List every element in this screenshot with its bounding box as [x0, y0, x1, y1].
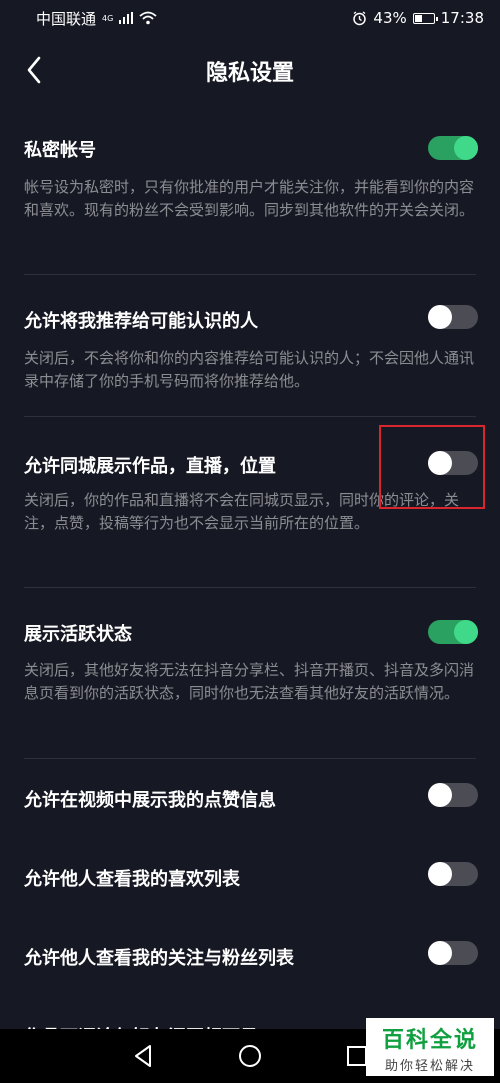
- watermark-subtitle: 助你轻松解决: [384, 1059, 475, 1074]
- battery-percent: 43%: [373, 9, 407, 27]
- nav-bar: 隐私设置: [0, 36, 500, 104]
- toggle-knob: [428, 862, 452, 886]
- alarm-icon: [353, 10, 367, 25]
- carrier-name: 中国联通: [36, 9, 97, 28]
- divider: [24, 274, 476, 275]
- network-type: 4G: [102, 13, 114, 23]
- signal-icon: [119, 12, 134, 24]
- divider: [24, 758, 476, 759]
- toggle-knob: [428, 783, 452, 807]
- follow-list-visibility-toggle[interactable]: [428, 941, 478, 965]
- watermark-logo: 百科全说 助你轻松解决: [366, 1018, 494, 1076]
- toggle-knob: [428, 941, 452, 965]
- setting-title: 允许在视频中展示我的点赞信息: [24, 790, 276, 811]
- highlight-annotation: [379, 425, 485, 509]
- private-account-toggle[interactable]: [428, 136, 478, 160]
- divider: [24, 587, 476, 588]
- setting-title: 允许同城展示作品，直播，位置: [24, 456, 276, 477]
- setting-title: 允许将我推荐给可能认识的人: [24, 311, 258, 332]
- back-triangle-icon[interactable]: [128, 1041, 158, 1071]
- status-bar: 中国联通 4G 43% 17:38: [0, 0, 500, 36]
- toggle-knob: [428, 305, 452, 329]
- clock-time: 17:38: [440, 9, 484, 27]
- setting-title: 允许他人查看我的关注与粉丝列表: [24, 948, 294, 969]
- divider: [24, 416, 476, 417]
- wifi-icon: [139, 11, 157, 25]
- home-circle-icon[interactable]: [235, 1041, 265, 1071]
- setting-description: 关闭后，不会将你和你的内容推荐给可能认识的人；不会因他人通讯录中存储了你的手机号…: [24, 349, 475, 390]
- setting-title: 允许他人查看我的喜欢列表: [24, 869, 240, 890]
- status-left: 中国联通 4G: [36, 8, 157, 29]
- page-title: 隐私设置: [205, 61, 294, 86]
- setting-description: 关闭后，其他好友将无法在抖音分享栏、抖音开播页、抖音及多闪消息页看到你的活跃状态…: [24, 661, 475, 702]
- battery-icon: [412, 12, 438, 24]
- active-status-toggle[interactable]: [428, 620, 478, 644]
- status-right: 43% 17:38: [352, 9, 484, 27]
- toggle-knob: [454, 620, 478, 644]
- setting-title: 展示活跃状态: [24, 624, 132, 645]
- setting-description: 帐号设为私密时，只有你批准的用户才能关注你，并能看到你的内容和喜欢。现有的粉丝不…: [24, 178, 475, 219]
- toggle-knob: [454, 136, 478, 160]
- watermark-title: 百科全说: [381, 1028, 478, 1053]
- likes-list-visibility-toggle[interactable]: [428, 862, 478, 886]
- recommend-to-contacts-toggle[interactable]: [428, 305, 478, 329]
- show-likes-in-video-toggle[interactable]: [428, 783, 478, 807]
- setting-title: 私密帐号: [24, 140, 96, 161]
